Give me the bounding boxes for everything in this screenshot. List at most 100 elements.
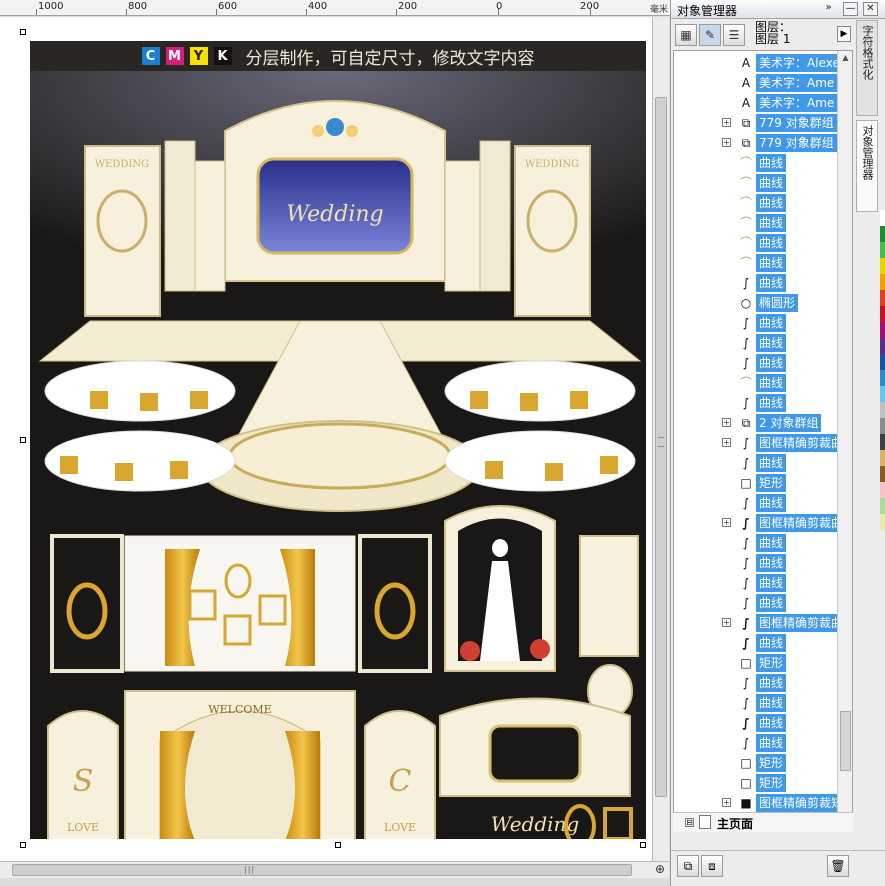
- object-row[interactable]: + ⧉ 2 对象群组: [674, 413, 852, 433]
- expand-icon[interactable]: +: [722, 798, 731, 807]
- object-row[interactable]: ⌒ 曲线: [674, 173, 852, 193]
- object-row-label: 曲线: [756, 174, 787, 192]
- collapse-docker-button[interactable]: »: [821, 2, 836, 16]
- wedding-stage-artwork[interactable]: C M Y K 分层制作，可自定尺寸，修改文字内容 Wedding WEDDIN…: [30, 41, 646, 839]
- collapse-icon[interactable]: ⊟: [685, 818, 694, 827]
- object-row[interactable]: ∫ 曲线: [674, 553, 852, 573]
- palette-swatch[interactable]: [880, 354, 885, 370]
- selection-handle[interactable]: [335, 842, 341, 848]
- palette-swatch[interactable]: [880, 226, 885, 242]
- object-list[interactable]: A 美术字：Alexe A 美术字：Ame A 美术字：Ame + ⧉ 779 对象群组 + ⧉ 77…: [673, 50, 853, 830]
- object-row[interactable]: ○ 椭圆形: [674, 293, 852, 313]
- canvas-vertical-scrollbar[interactable]: [652, 17, 669, 861]
- canvas-horizontal-scrollbar[interactable]: |||: [0, 861, 669, 878]
- palette-swatch[interactable]: [880, 370, 885, 386]
- object-row[interactable]: + ⧉ 779 对象群组: [674, 113, 852, 133]
- object-row[interactable]: ∫ 曲线: [674, 573, 852, 593]
- expand-icon[interactable]: +: [722, 118, 731, 127]
- love-right-text: LOVE: [384, 821, 416, 834]
- object-row[interactable]: ⌒ 曲线: [674, 193, 852, 213]
- canvas-vertical-scroll-thumb[interactable]: [655, 97, 667, 797]
- palette-swatch[interactable]: [880, 290, 885, 306]
- object-row[interactable]: A 美术字：Ame: [674, 73, 852, 93]
- palette-swatch[interactable]: [880, 402, 885, 418]
- palette-swatch[interactable]: [880, 498, 885, 514]
- object-row[interactable]: ∫ 曲线: [674, 633, 852, 653]
- object-row[interactable]: ∫ 曲线: [674, 333, 852, 353]
- object-row[interactable]: + ∫ 图框精确剪裁曲: [674, 613, 852, 633]
- object-row[interactable]: ∫ 曲线: [674, 453, 852, 473]
- zoom-icon[interactable]: ⊕: [652, 862, 668, 878]
- palette-swatch[interactable]: [880, 210, 885, 226]
- selection-handle[interactable]: [20, 842, 26, 848]
- new-layer-icon[interactable]: ⧉: [677, 855, 699, 877]
- object-row[interactable]: ∫ 曲线: [674, 493, 852, 513]
- object-row[interactable]: + ∫ 图框精确剪裁曲: [674, 513, 852, 533]
- tab-character-formatting[interactable]: 字符格式化: [856, 20, 878, 116]
- palette-swatch[interactable]: [880, 434, 885, 450]
- object-row[interactable]: □ 矩形: [674, 473, 852, 493]
- object-row[interactable]: ⌒ 曲线: [674, 213, 852, 233]
- palette-swatch[interactable]: [880, 338, 885, 354]
- object-row[interactable]: ∫ 曲线: [674, 673, 852, 693]
- object-row[interactable]: ⌒ 曲线: [674, 373, 852, 393]
- palette-swatch[interactable]: [880, 482, 885, 498]
- object-row[interactable]: ∫ 曲线: [674, 353, 852, 373]
- palette-swatch[interactable]: [880, 322, 885, 338]
- palette-swatch[interactable]: [880, 386, 885, 402]
- object-row[interactable]: □ 矩形: [674, 653, 852, 673]
- tab-object-manager[interactable]: 对象管理器: [856, 120, 878, 212]
- object-row[interactable]: A 美术字：Alexe: [674, 53, 852, 73]
- object-row[interactable]: + ⧉ 779 对象群组: [674, 133, 852, 153]
- object-row[interactable]: ∫ 曲线: [674, 393, 852, 413]
- expand-icon[interactable]: +: [722, 138, 731, 147]
- curve-icon: ∫: [742, 276, 750, 290]
- selection-handle[interactable]: [20, 437, 26, 443]
- expand-icon[interactable]: +: [722, 518, 731, 527]
- object-row[interactable]: ⌒ 曲线: [674, 233, 852, 253]
- selection-handle[interactable]: [20, 29, 26, 35]
- minimize-docker-button[interactable]: —: [843, 2, 858, 16]
- palette-swatch[interactable]: [880, 514, 885, 530]
- expand-icon[interactable]: +: [722, 618, 731, 627]
- canvas-horizontal-scroll-thumb[interactable]: [12, 864, 632, 876]
- palette-swatch[interactable]: [880, 258, 885, 274]
- object-row[interactable]: □ 矩形: [674, 753, 852, 773]
- close-docker-button[interactable]: ✕: [863, 2, 878, 16]
- palette-swatch[interactable]: [880, 450, 885, 466]
- object-row[interactable]: A 美术字：Ame: [674, 93, 852, 113]
- object-row[interactable]: + ∫ 图框精确剪裁曲: [674, 433, 852, 453]
- object-row[interactable]: ∫ 曲线: [674, 693, 852, 713]
- object-row[interactable]: ∫ 曲线: [674, 313, 852, 333]
- expand-icon[interactable]: +: [722, 438, 731, 447]
- object-row[interactable]: □ 矩形: [674, 773, 852, 793]
- layer-menu-arrow-icon[interactable]: ▶: [837, 26, 851, 42]
- object-list-scrollbar[interactable]: ▲ ▼: [837, 51, 852, 829]
- scroll-up-icon[interactable]: ▲: [840, 53, 851, 65]
- object-row[interactable]: ∫ 曲线: [674, 273, 852, 293]
- object-row[interactable]: ∫ 曲线: [674, 713, 852, 733]
- object-row[interactable]: ⌒ 曲线: [674, 253, 852, 273]
- object-row[interactable]: ∫ 曲线: [674, 733, 852, 753]
- palette-swatch[interactable]: [880, 418, 885, 434]
- show-properties-icon[interactable]: ▦: [675, 24, 697, 46]
- object-row-label: 2 对象群组: [756, 414, 822, 432]
- object-row[interactable]: ⌒ 曲线: [674, 153, 852, 173]
- object-row[interactable]: ∫ 曲线: [674, 593, 852, 613]
- palette-swatch[interactable]: [880, 306, 885, 322]
- object-row[interactable]: + ■ 图框精确剪裁矩: [674, 793, 852, 813]
- new-master-layer-icon[interactable]: ⧈: [701, 855, 723, 877]
- layer-manager-view-icon[interactable]: ☰: [723, 24, 745, 46]
- palette-swatch[interactable]: [880, 274, 885, 290]
- drawing-canvas[interactable]: C M Y K 分层制作，可自定尺寸，修改文字内容 Wedding WEDDIN…: [0, 17, 652, 861]
- master-page-row[interactable]: ⊟ 主页面: [673, 812, 853, 832]
- selection-handle[interactable]: [640, 842, 646, 848]
- object-list-scroll-thumb[interactable]: [840, 711, 851, 771]
- delete-icon[interactable]: 🗑: [827, 855, 849, 877]
- horizontal-ruler[interactable]: 1000 800 600 400 200 0 200 毫米: [0, 0, 670, 16]
- palette-swatch[interactable]: [880, 242, 885, 258]
- expand-icon[interactable]: +: [722, 418, 731, 427]
- palette-swatch[interactable]: [880, 466, 885, 482]
- object-row[interactable]: ∫ 曲线: [674, 533, 852, 553]
- edit-across-layers-icon[interactable]: ✎: [699, 24, 721, 46]
